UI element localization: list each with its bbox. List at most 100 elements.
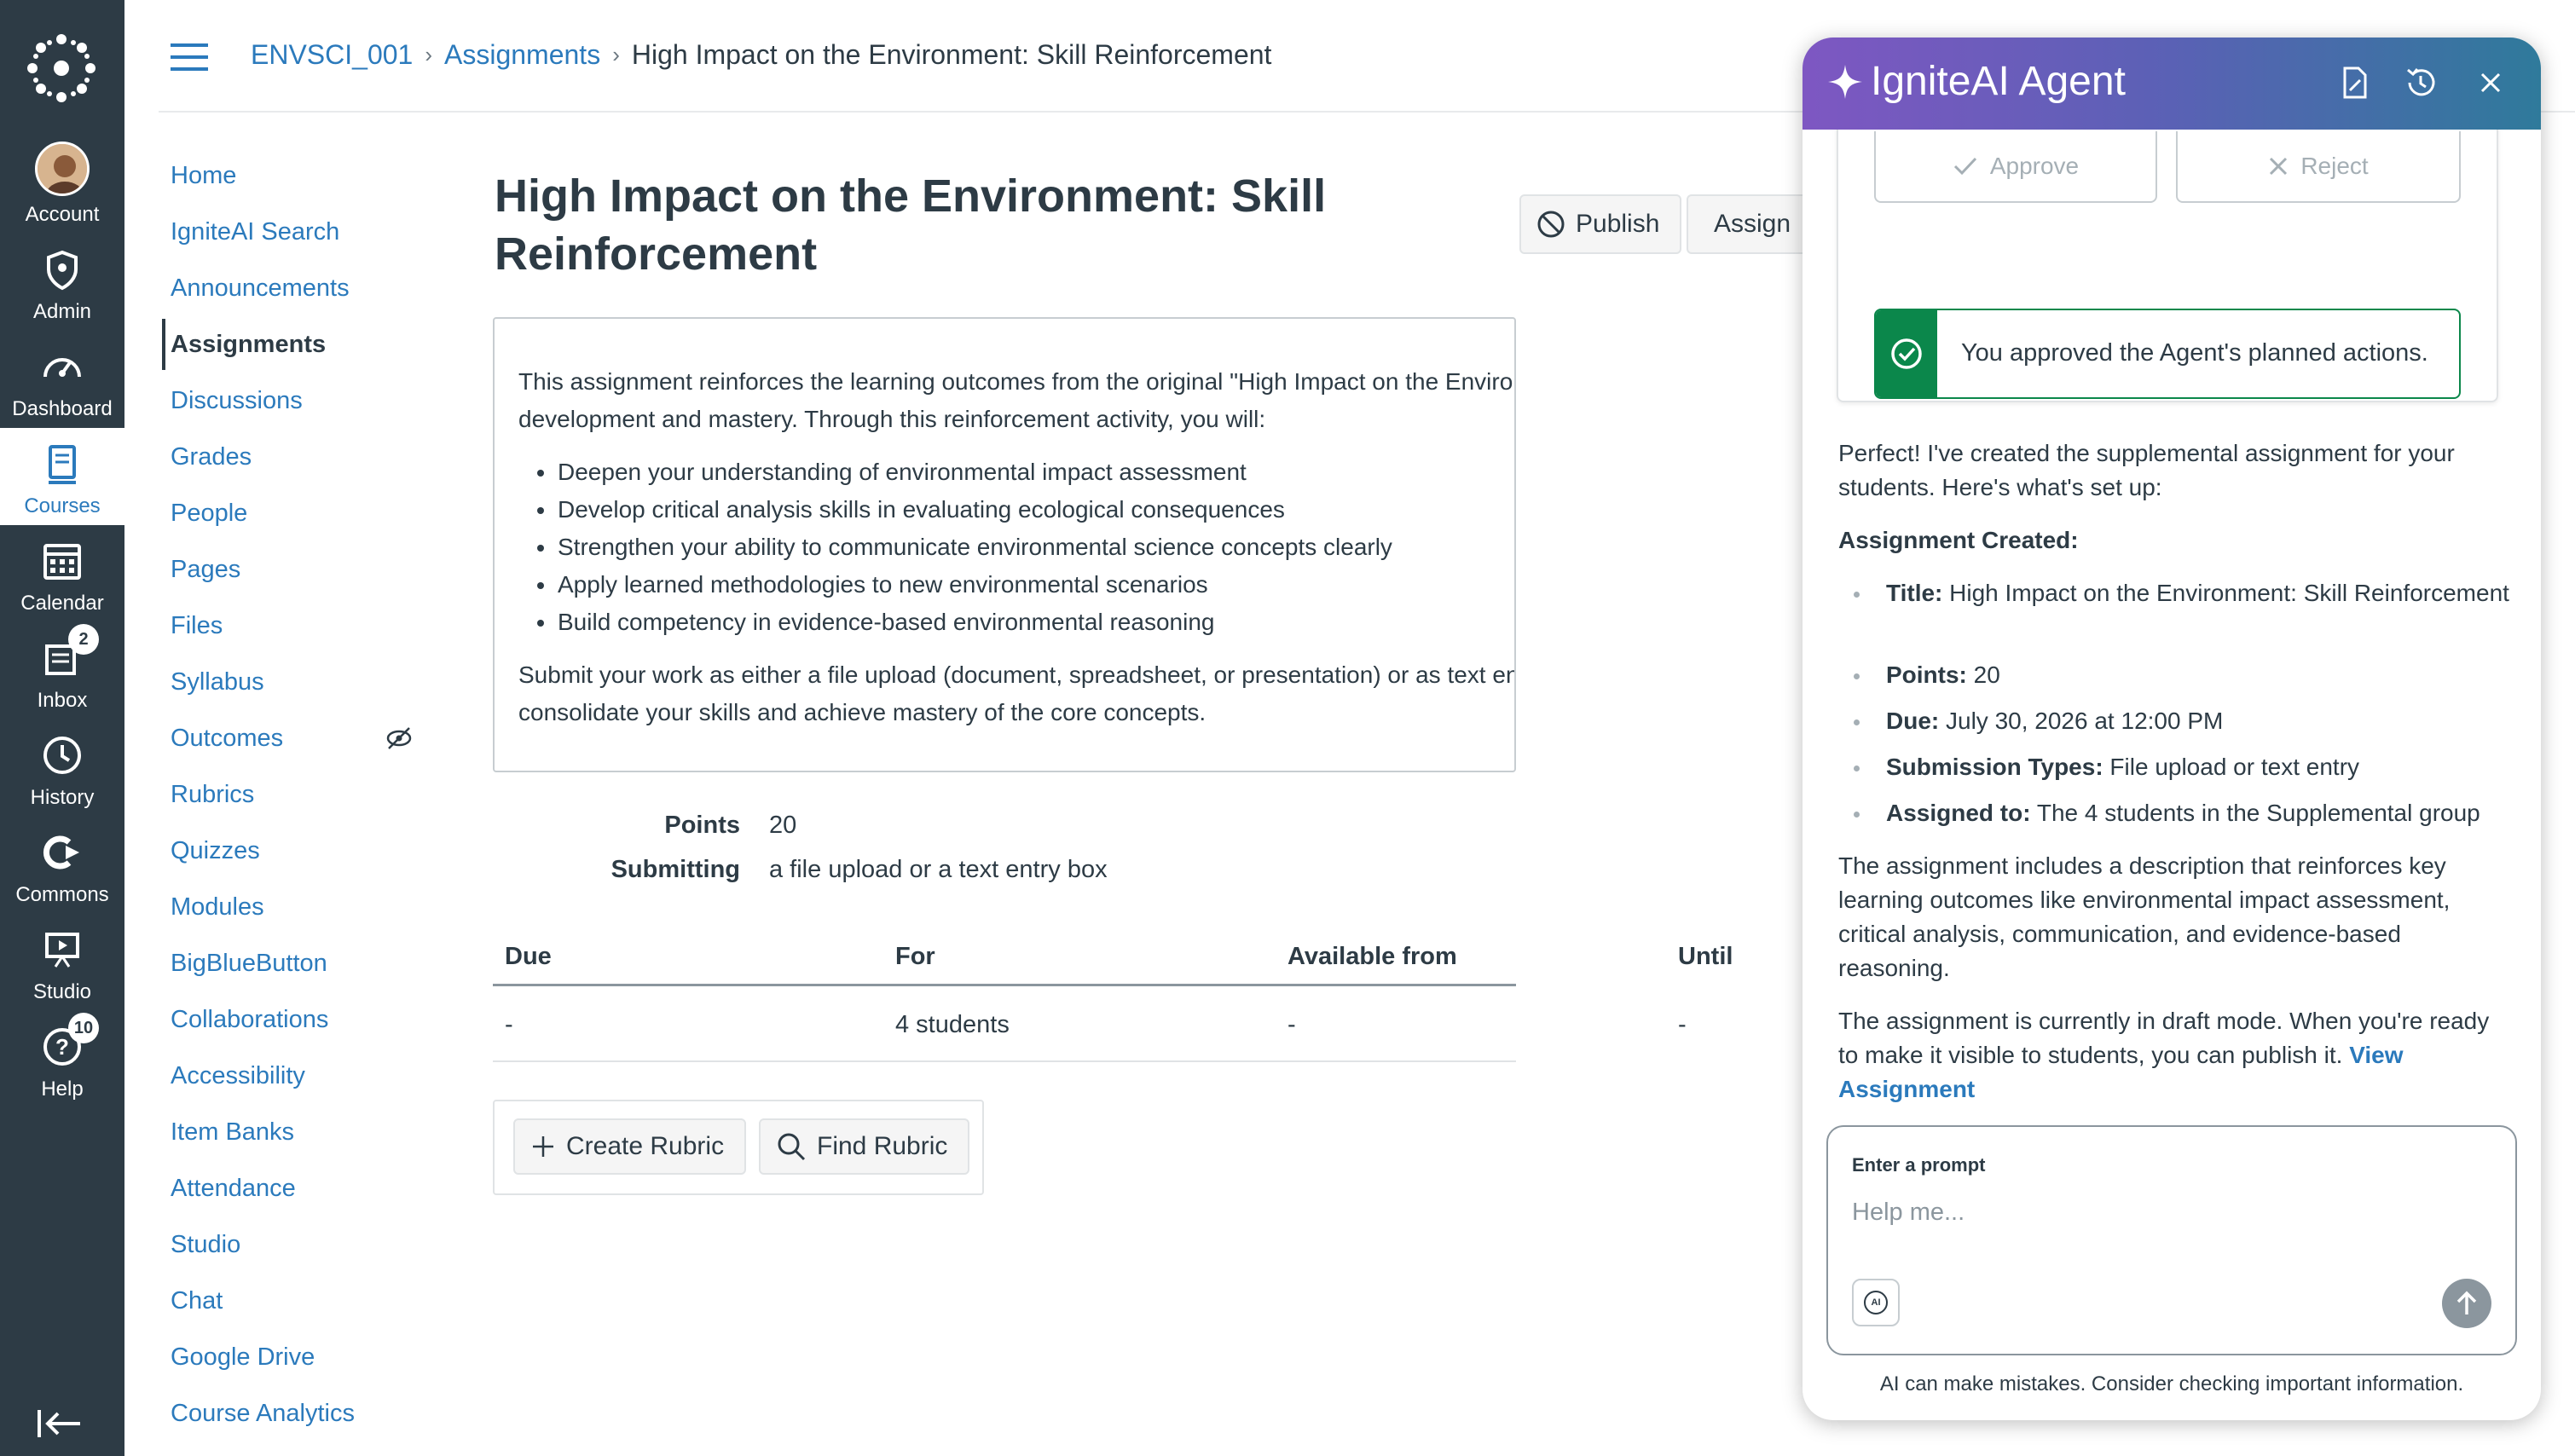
send-button[interactable]	[2442, 1279, 2491, 1328]
search-icon	[778, 1133, 806, 1161]
breadcrumb-current: High Impact on the Environment: Skill Re…	[631, 39, 1272, 70]
publish-button[interactable]: Publish	[1519, 194, 1682, 254]
submitting-value: a file upload or a text entry box	[769, 856, 1108, 883]
course-nav-chat[interactable]: Chat	[171, 1287, 223, 1315]
active-indicator	[162, 319, 165, 370]
global-nav: Account Admin Dashboard Courses Calendar…	[0, 0, 124, 1456]
global-nav-dashboard[interactable]: Dashboard	[0, 331, 124, 428]
history-clock-icon	[43, 737, 81, 774]
course-nav-rubrics[interactable]: Rubrics	[171, 781, 254, 809]
breadcrumb-separator: ›	[612, 42, 620, 67]
global-nav-help[interactable]: ? 10 Help	[0, 1011, 124, 1108]
ai-draft-note: The assignment is currently in draft mod…	[1838, 1004, 2512, 1106]
global-nav-label: Inbox	[37, 689, 88, 712]
global-nav-studio[interactable]: Studio	[0, 914, 124, 1011]
global-nav-commons[interactable]: Commons	[0, 817, 124, 914]
collapse-nav-icon[interactable]	[36, 1407, 84, 1441]
course-nav-modules[interactable]: Modules	[171, 893, 264, 922]
create-rubric-button[interactable]: Create Rubric	[513, 1118, 747, 1175]
table-header-rule	[493, 984, 1516, 986]
global-nav-label: Admin	[32, 300, 92, 323]
course-nav-people[interactable]: People	[171, 500, 247, 528]
x-icon	[2270, 157, 2288, 176]
global-nav-label: History	[30, 786, 95, 809]
course-nav-collaborations[interactable]: Collaborations	[171, 1006, 328, 1034]
course-nav-outcomes[interactable]: Outcomes	[171, 725, 283, 753]
global-nav-label: Studio	[32, 980, 92, 1003]
course-nav-course-analytics[interactable]: Course Analytics	[171, 1400, 355, 1428]
course-nav-bigbluebutton[interactable]: BigBlueButton	[171, 950, 327, 978]
hamburger-menu-icon[interactable]	[171, 43, 208, 72]
close-icon[interactable]	[2473, 65, 2508, 101]
approved-message: You approved the Agent's planned actions…	[1961, 339, 2428, 367]
prompt-input[interactable]	[1852, 1193, 2483, 1231]
history-icon[interactable]	[2403, 65, 2439, 101]
table-cell-until: -	[1678, 1011, 1687, 1038]
breadcrumb-assignments-link[interactable]: Assignments	[444, 39, 600, 71]
global-nav-account[interactable]: Account	[0, 136, 124, 234]
approve-button[interactable]: Approve	[1874, 131, 2157, 203]
global-nav-calendar[interactable]: Calendar	[0, 525, 124, 622]
course-nav-pages[interactable]: Pages	[171, 556, 240, 584]
detail-item: Submission Types: File upload or text en…	[1838, 750, 2512, 784]
list-item: Apply learned methodologies to new envir…	[518, 566, 1490, 604]
detail-item: Due: July 30, 2026 at 12:00 PM	[1838, 704, 2512, 738]
global-nav-history[interactable]: History	[0, 719, 124, 817]
course-nav-google-drive[interactable]: Google Drive	[171, 1343, 315, 1372]
global-nav-admin[interactable]: Admin	[0, 234, 124, 331]
course-nav-announcements[interactable]: Announcements	[171, 274, 350, 303]
ai-tools-button[interactable]: AI	[1852, 1279, 1900, 1326]
detail-key: Title:	[1886, 580, 1943, 606]
ai-created-heading: Assignment Created:	[1838, 527, 2079, 553]
table-header-until: Until	[1678, 943, 1733, 970]
find-rubric-button[interactable]: Find Rubric	[759, 1118, 970, 1175]
course-nav-igniteai-search[interactable]: IgniteAI Search	[171, 218, 339, 246]
description-list: Deepen your understanding of environment…	[518, 454, 1490, 641]
detail-value: The 4 students in the Supplemental group	[2036, 800, 2480, 826]
course-nav-attendance[interactable]: Attendance	[171, 1175, 296, 1203]
description-intro-line-1: This assignment reinforces the learning …	[518, 368, 1514, 395]
breadcrumb-course-link[interactable]: ENVSCI_001	[251, 39, 413, 71]
description-outro-line-2: consolidate your skills and achieve mast…	[518, 699, 1206, 725]
reject-button[interactable]: Reject	[2176, 131, 2461, 203]
course-nav-discussions[interactable]: Discussions	[171, 387, 303, 415]
unpublished-circle-icon	[1537, 211, 1565, 238]
course-nav-grades[interactable]: Grades	[171, 443, 252, 471]
course-nav-home[interactable]: Home	[171, 162, 236, 190]
points-value: 20	[769, 812, 797, 839]
approved-alert: You approved the Agent's planned actions…	[1874, 309, 2461, 399]
course-nav-assignments[interactable]: Assignments	[171, 331, 326, 359]
description-intro-line-2: development and mastery. Through this re…	[518, 406, 1266, 432]
studio-icon	[45, 933, 79, 968]
breadcrumb-separator: ›	[425, 42, 432, 67]
approval-card: Approve Reject You approved the Agent's …	[1837, 106, 2498, 402]
course-nav-studio[interactable]: Studio	[171, 1231, 240, 1259]
global-nav-label: Courses	[24, 494, 101, 517]
course-nav-accessibility[interactable]: Accessibility	[171, 1062, 305, 1090]
global-nav-label: Commons	[15, 883, 109, 906]
breadcrumb: ENVSCI_001 › Assignments › High Impact o…	[251, 39, 1271, 71]
detail-value: File upload or text entry	[2109, 754, 2360, 780]
assign-label: Assign	[1714, 210, 1791, 238]
global-nav-label: Account	[25, 203, 100, 226]
document-edit-icon[interactable]	[2336, 65, 2372, 101]
detail-key: Due:	[1886, 708, 1940, 734]
global-nav-inbox[interactable]: 2 Inbox	[0, 622, 124, 719]
assign-to-button[interactable]: Assign	[1687, 194, 1802, 254]
publish-label: Publish	[1576, 210, 1660, 238]
table-header-due: Due	[505, 943, 552, 970]
detail-key: Submission Types:	[1886, 754, 2103, 780]
page-title: High Impact on the Environment: Skill Re…	[495, 170, 1327, 280]
global-nav-courses[interactable]: Courses	[0, 428, 124, 525]
course-nav-syllabus[interactable]: Syllabus	[171, 668, 264, 696]
canvas-logo-icon[interactable]	[26, 32, 97, 104]
table-cell-available-from: -	[1288, 1011, 1296, 1038]
course-nav-files[interactable]: Files	[171, 612, 223, 640]
detail-key: Assigned to:	[1886, 800, 2031, 826]
ai-chip-text: AI	[1871, 1297, 1881, 1308]
calendar-icon	[43, 544, 81, 580]
approve-label: Approve	[1989, 153, 2080, 179]
course-nav-item-banks[interactable]: Item Banks	[171, 1118, 294, 1147]
course-nav-quizzes[interactable]: Quizzes	[171, 837, 260, 865]
description-outro-line-1: Submit your work as either a file upload…	[518, 662, 1514, 688]
